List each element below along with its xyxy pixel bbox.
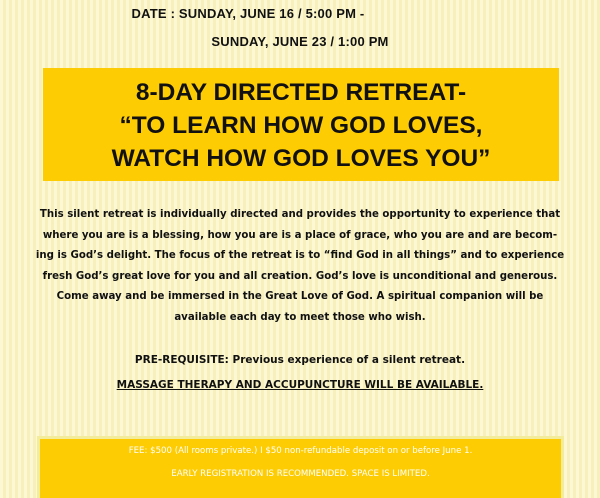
description-line: fresh God’s great love for you and all c… xyxy=(42,270,558,282)
title-banner: 8-DAY DIRECTED RETREAT- “TO LEARN HOW GO… xyxy=(43,68,559,181)
description-line: ing is God’s delight. The focus of the r… xyxy=(35,250,565,262)
amenities-note: MASSAGE THERAPY AND ACCUPUNCTURE WILL BE… xyxy=(0,379,600,391)
title-line-2: “TO LEARN HOW GOD LOVES, xyxy=(119,112,483,139)
fee-banner: FEE: $500 (All rooms private.) I $50 non… xyxy=(37,436,564,498)
title-line-3: WATCH HOW GOD LOVES YOU” xyxy=(111,145,491,172)
title-line-1: 8-DAY DIRECTED RETREAT- xyxy=(135,79,467,106)
description-line: available each day to meet those who wis… xyxy=(174,311,426,323)
date-start: DATE : SUNDAY, JUNE 16 / 5:00 PM - xyxy=(131,6,365,21)
retreat-description: This silent retreat is individually dire… xyxy=(30,205,570,329)
date-end: SUNDAY, JUNE 23 / 1:00 PM xyxy=(211,34,389,49)
fee-text: FEE: $500 (All rooms private.) I $50 non… xyxy=(128,446,473,456)
description-line: This silent retreat is individually dire… xyxy=(39,209,561,220)
amenities-text: MASSAGE THERAPY AND ACCUPUNCTURE WILL BE… xyxy=(116,379,484,391)
registration-note: EARLY REGISTRATION IS RECOMMENDED. SPACE… xyxy=(171,469,430,479)
prerequisite-text: PRE-REQUISITE: Previous experience of a … xyxy=(134,354,466,366)
description-line: where you are is a blessing, how you are… xyxy=(42,229,558,241)
description-line: Come away and be immersed in the Great L… xyxy=(56,291,544,303)
